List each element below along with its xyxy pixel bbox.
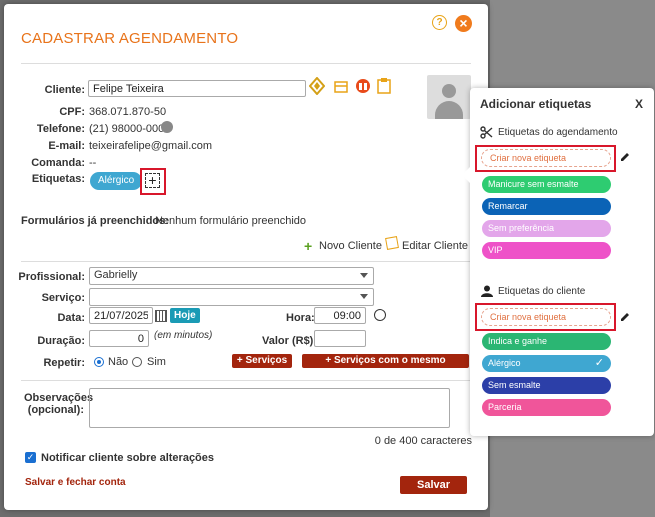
repeat-no-radio[interactable] [94, 357, 104, 367]
create-client-tag-input[interactable]: Criar nova etiqueta [481, 308, 611, 326]
tag-option-label: Indica e ganhe [488, 336, 548, 346]
repeat-yes-label: Sim [147, 356, 166, 368]
today-button[interactable]: Hoje [170, 308, 200, 323]
whatsapp-icon[interactable] [161, 121, 173, 133]
gift-card-icon[interactable] [309, 77, 325, 95]
close-icon[interactable]: × [455, 15, 472, 32]
comanda-label: Comanda: [31, 157, 85, 169]
scissors-icon [480, 126, 493, 139]
tag-option-label: VIP [488, 245, 503, 255]
cpf-label: CPF: [59, 106, 85, 118]
clipboard-icon[interactable] [377, 77, 391, 94]
email-value: teixeirafelipe@gmail.com [89, 140, 213, 152]
hour-label: Hora: [286, 312, 315, 324]
tag-option-label: Sem preferência [488, 223, 555, 233]
save-button[interactable]: Salvar [400, 476, 467, 494]
tags-label: Etiquetas: [31, 173, 85, 185]
duration-input[interactable] [89, 330, 149, 347]
hour-input[interactable] [314, 307, 366, 324]
tags-popup: Adicionar etiquetas X Etiquetas do agend… [462, 88, 654, 436]
tag-option[interactable]: VIP [482, 242, 611, 259]
edit-client-link[interactable]: Editar Cliente [402, 240, 468, 252]
tag-option-label: Parceria [488, 402, 522, 412]
add-services-button[interactable]: + Serviços [232, 354, 292, 368]
duration-hint: (em minutos) [154, 330, 213, 341]
phone-label: Telefone: [36, 123, 85, 135]
date-label: Data: [57, 312, 85, 324]
client-label: Cliente: [44, 84, 85, 96]
email-label: E-mail: [48, 140, 85, 152]
gift-icon[interactable] [355, 78, 371, 94]
appointment-tags-heading: Etiquetas do agendamento [498, 127, 618, 138]
new-client-icon: + [304, 238, 313, 254]
tag-option[interactable]: Alérgico ✓ [482, 355, 611, 372]
forms-label: Formulários já preenchidos: [21, 215, 169, 227]
clock-icon[interactable] [374, 309, 386, 321]
edit-client-tags-icon[interactable] [619, 311, 631, 323]
tag-option-label: Sem esmalte [488, 380, 541, 390]
professional-label: Profissional: [18, 271, 85, 283]
date-input[interactable] [89, 307, 153, 324]
price-label: Valor (R$): [262, 335, 318, 347]
duration-label: Duração: [37, 335, 85, 347]
repeat-no-label: Não [108, 356, 129, 368]
professional-value: Gabrielly [94, 269, 138, 281]
edit-appointment-tags-icon[interactable] [619, 151, 631, 163]
notify-checkbox[interactable]: ✓ [25, 452, 36, 463]
client-input[interactable] [88, 80, 306, 97]
tag-option[interactable]: Indica e ganhe [482, 333, 611, 350]
user-icon [481, 285, 493, 297]
tag-option[interactable]: Sem preferência [482, 220, 611, 237]
add-same-professional-button[interactable]: + Serviços com o mesmo profissional [302, 354, 469, 380]
repeat-yes-radio[interactable] [132, 357, 142, 367]
popup-title: Adicionar etiquetas [480, 97, 592, 111]
save-close-link[interactable]: Salvar e fechar conta [25, 477, 126, 488]
notes-textarea[interactable] [89, 388, 450, 428]
tag-option-label: Remarcar [488, 201, 528, 211]
repeat-label: Repetir: [43, 357, 85, 369]
notes-divider [21, 380, 471, 381]
help-icon[interactable]: ? [432, 15, 447, 30]
new-client-link[interactable]: Novo Cliente [319, 240, 382, 252]
service-select[interactable] [89, 288, 374, 306]
avatar [427, 75, 471, 119]
tag-option[interactable]: Parceria [482, 399, 611, 416]
client-tag-chip[interactable]: Alérgico [90, 172, 143, 190]
notify-label: Notificar cliente sobre alterações [41, 452, 215, 464]
form-divider [21, 261, 471, 262]
tag-option[interactable]: Sem esmalte [482, 377, 611, 394]
edit-icon [385, 236, 399, 250]
tag-option[interactable]: Remarcar [482, 198, 611, 215]
create-appointment-tag-input[interactable]: Criar nova etiqueta [481, 149, 611, 167]
cpf-value: 368.071.870-50 [89, 106, 167, 118]
service-label: Serviço: [41, 292, 85, 304]
tag-option-label: Alérgico [488, 358, 521, 368]
tag-option-label: Manicure sem esmalte [488, 179, 579, 189]
professional-select[interactable]: Gabrielly [89, 267, 374, 285]
appointment-modal: CADASTRAR AGENDAMENTO ? × Cliente: CPF: … [4, 4, 488, 510]
tag-option[interactable]: Manicure sem esmalte [482, 176, 611, 193]
title-divider [21, 63, 471, 64]
check-icon: ✓ [594, 357, 604, 369]
modal-title: CADASTRAR AGENDAMENTO [21, 30, 239, 47]
notes-label: Observações (opcional): [24, 392, 94, 416]
comanda-value: -- [89, 157, 97, 169]
client-tags-heading: Etiquetas do cliente [498, 286, 586, 297]
popup-close-button[interactable]: X [635, 97, 643, 111]
forms-value: Nenhum formulário preenchido [155, 215, 307, 227]
price-input[interactable] [314, 330, 366, 347]
phone-value: (21) 98000-0000 [89, 123, 171, 135]
char-count: 0 de 400 caracteres [374, 435, 472, 447]
package-icon[interactable] [334, 79, 348, 93]
add-tag-icon[interactable]: + [145, 173, 160, 188]
calendar-icon[interactable] [155, 310, 167, 322]
